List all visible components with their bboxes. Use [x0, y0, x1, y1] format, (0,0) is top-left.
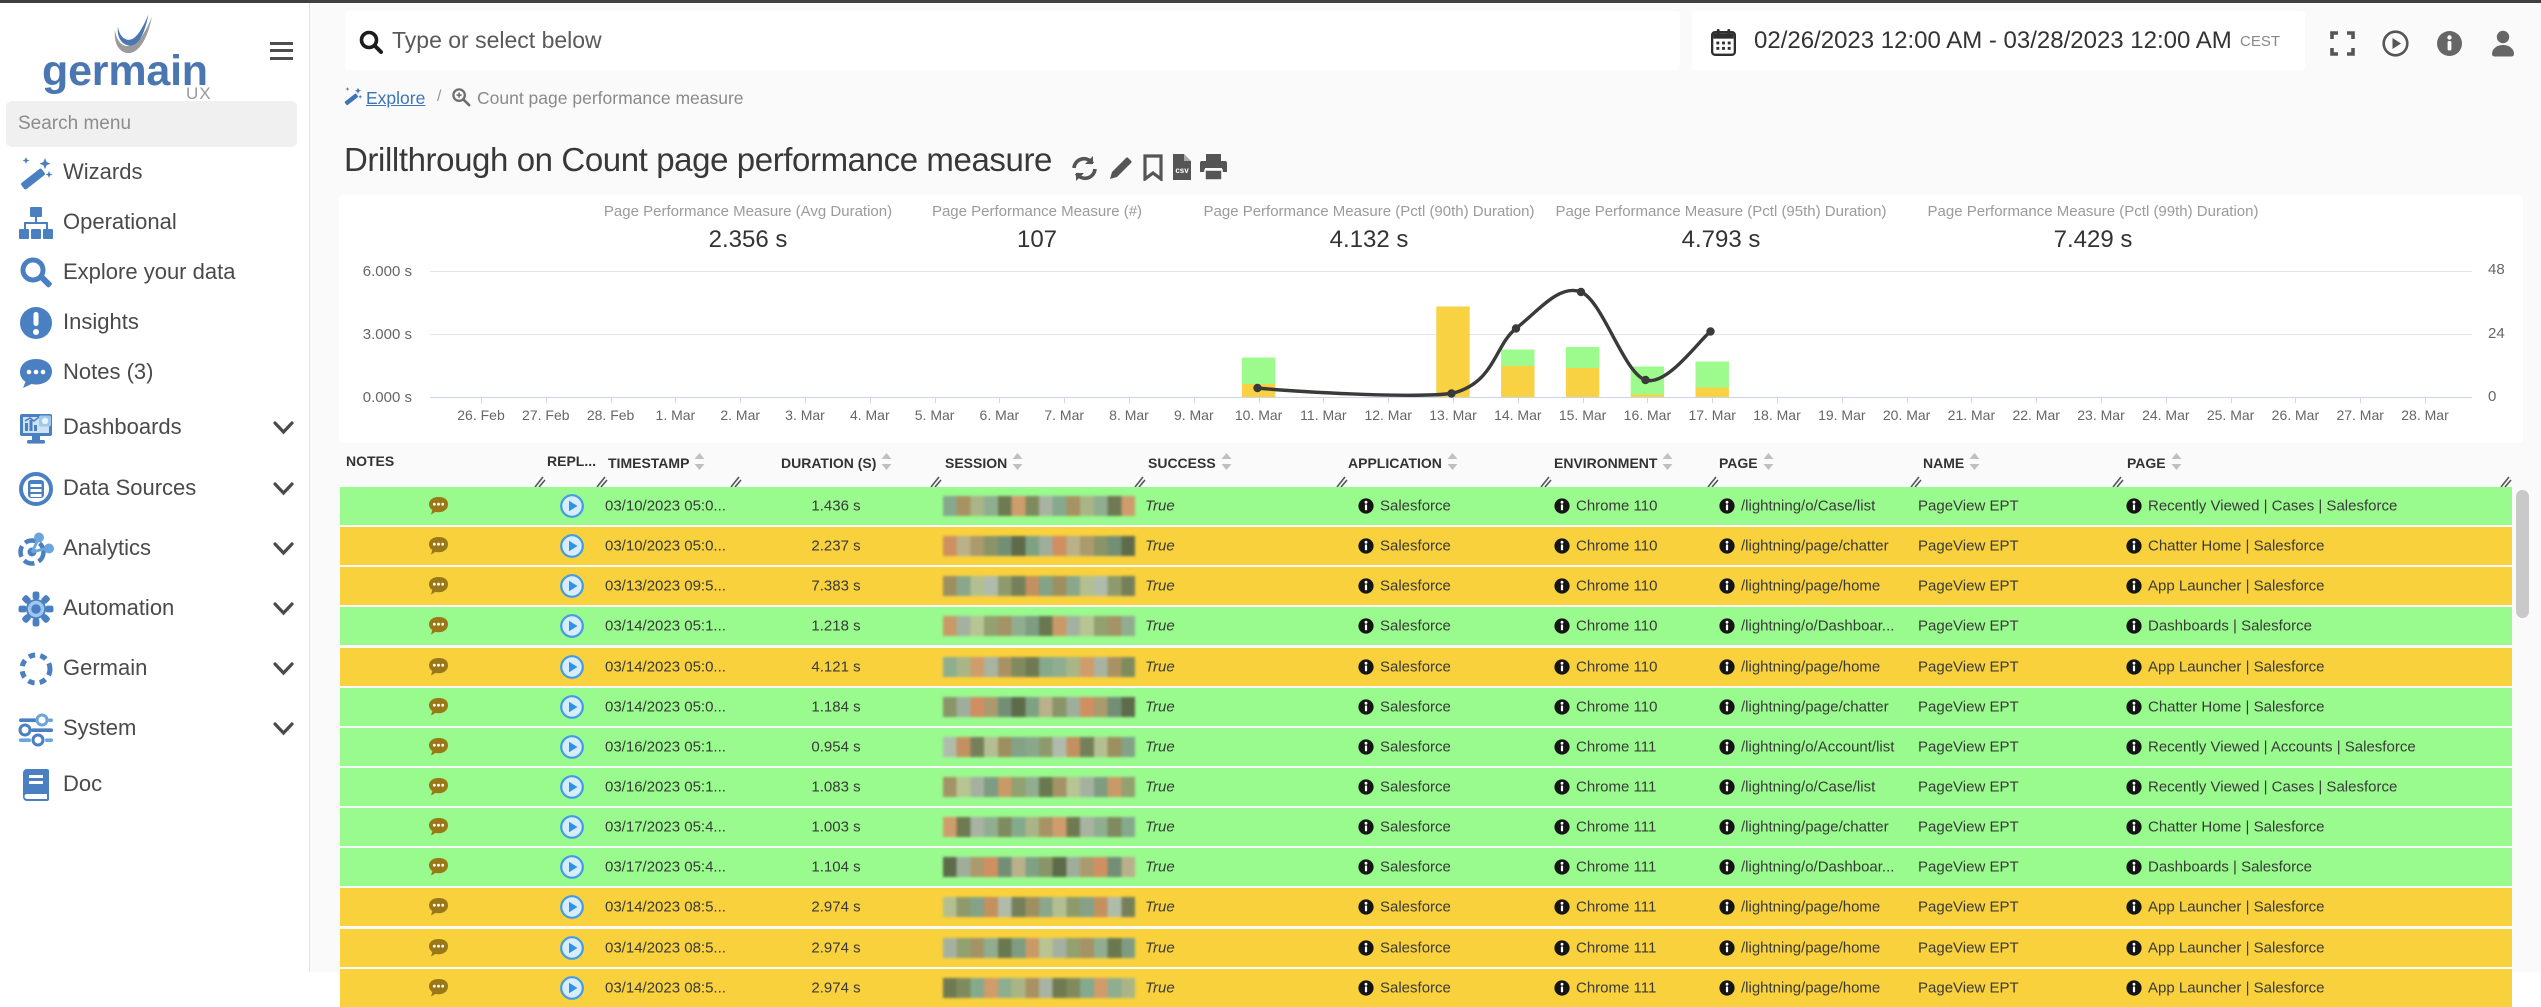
svg-text:csv: csv — [1175, 166, 1189, 175]
